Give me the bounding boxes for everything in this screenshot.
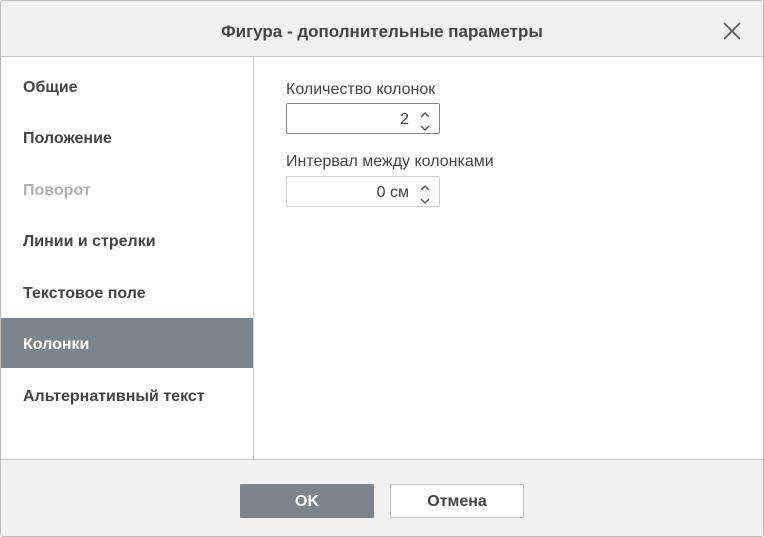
sidebar: Общие Положение Поворот Линии и стрелки … [1, 57, 254, 459]
column-count-label: Количество колонок [286, 81, 436, 98]
sidebar-item-rotation: Поворот [23, 182, 91, 199]
ok-button[interactable]: OK [240, 484, 374, 518]
chevron-down-icon [420, 198, 430, 204]
column-count-spinner[interactable]: 2 [286, 103, 440, 134]
dialog-title: Фигура - дополнительные параметры [221, 22, 543, 41]
dialog-footer: OK Отмена [1, 459, 763, 536]
column-spacing-label: Интервал между колонками [286, 153, 494, 170]
column-spacing-value[interactable]: 0 см [377, 177, 409, 206]
close-button[interactable] [719, 18, 745, 44]
sidebar-item-general[interactable]: Общие [1, 61, 253, 111]
sidebar-item-alt-text[interactable]: Альтернативный текст [1, 370, 253, 420]
close-icon [723, 22, 741, 40]
dialog: Фигура - дополнительные параметры Общие … [0, 0, 764, 537]
sidebar-item-text-box[interactable]: Текстовое поле [1, 267, 253, 317]
column-count-up-button[interactable] [419, 107, 431, 118]
column-spacing-up-button[interactable] [419, 180, 431, 191]
cancel-button[interactable]: Отмена [390, 484, 524, 518]
sidebar-item-position[interactable]: Положение [1, 112, 253, 162]
columns-panel: Количество колонок 2 Интервал между коло… [254, 57, 763, 459]
column-spacing-spinner[interactable]: 0 см [286, 176, 440, 207]
column-count-value[interactable]: 2 [400, 104, 409, 133]
chevron-up-icon [420, 185, 430, 191]
column-spacing-down-button[interactable] [419, 193, 431, 204]
chevron-up-icon [420, 112, 430, 118]
chevron-down-icon [420, 125, 430, 131]
dialog-header: Фигура - дополнительные параметры [1, 1, 763, 57]
column-count-down-button[interactable] [419, 120, 431, 131]
sidebar-item-columns[interactable]: Колонки [1, 318, 253, 368]
sidebar-item-lines-arrows[interactable]: Линии и стрелки [1, 215, 253, 265]
